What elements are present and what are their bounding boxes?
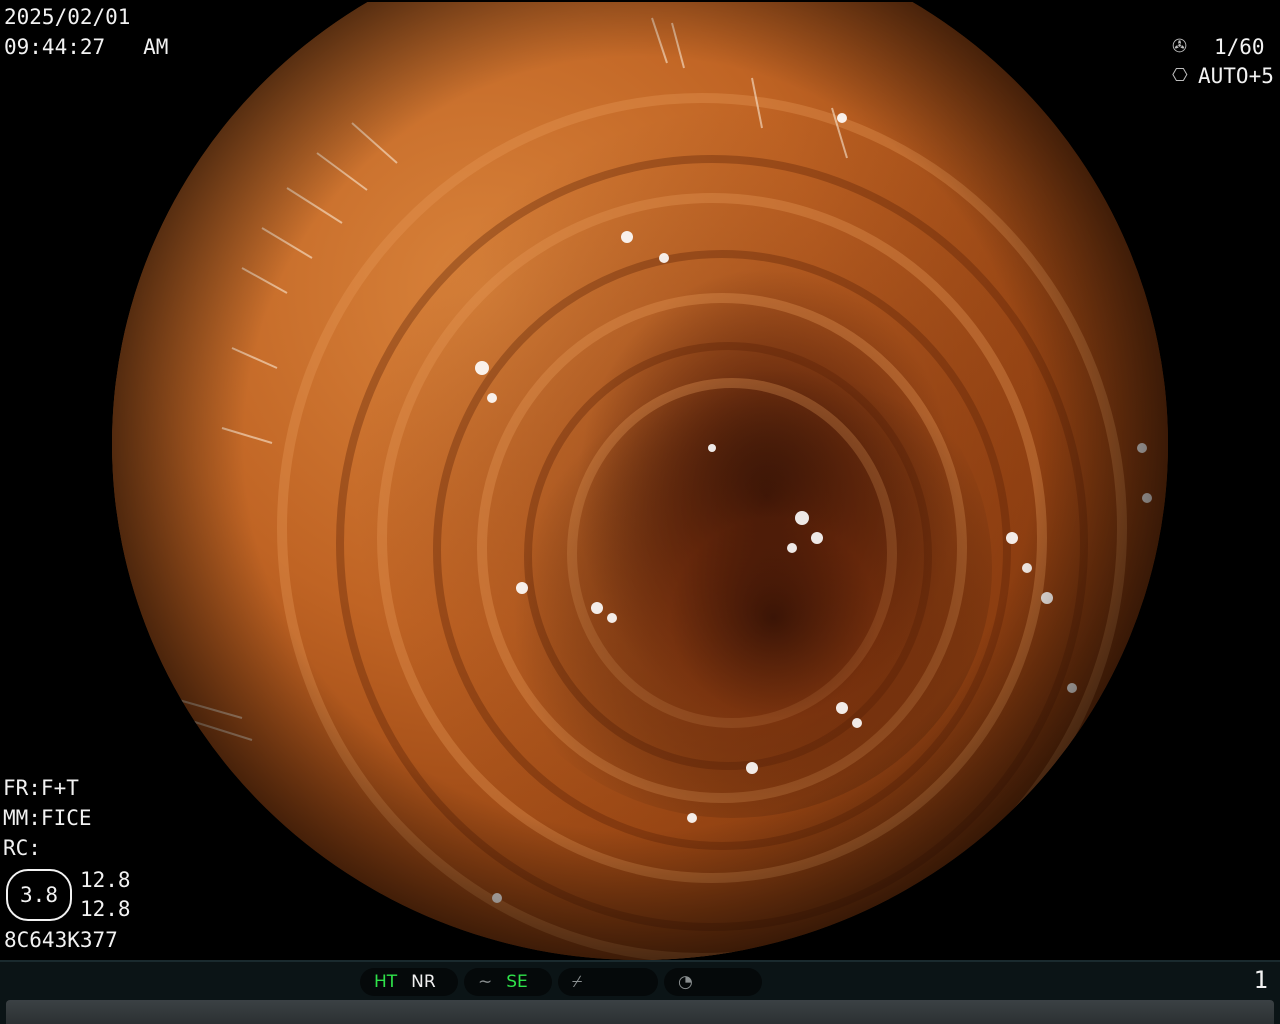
ratio-value: 3.8 xyxy=(20,883,58,907)
mm-setting: MM:FICE xyxy=(3,806,92,830)
status-strip xyxy=(6,1000,1274,1024)
value-2: 12.8 xyxy=(80,897,131,921)
nr-indicator[interactable]: NR xyxy=(411,972,436,992)
date-label: 2025/02/01 xyxy=(4,5,131,29)
shutter-aperture-icon: ✇ xyxy=(1172,36,1188,57)
status-bar: HT NR ∼ SE ⌿ ◔ 1 xyxy=(0,960,1280,1024)
ht-indicator[interactable]: HT xyxy=(374,972,397,992)
iris-mode-label: AUTO+5 xyxy=(1198,64,1274,88)
slash-group[interactable]: ⌿ xyxy=(558,968,658,996)
gauge-icon: ◔ xyxy=(678,972,693,992)
curve-icon: ∼ xyxy=(478,972,493,992)
ht-nr-group[interactable]: HT NR xyxy=(360,968,458,996)
se-indicator[interactable]: SE xyxy=(506,972,528,992)
mucosa-texture xyxy=(112,0,1168,960)
gauge-group[interactable]: ◔ xyxy=(664,968,762,996)
page-number: 1 xyxy=(1253,966,1268,994)
serial-number: 8C643K377 xyxy=(4,928,118,952)
shutter-speed-label: 1/60 xyxy=(1214,35,1265,59)
am-pm-label: AM xyxy=(143,35,169,59)
endoscope-view xyxy=(112,0,1168,960)
value-1: 12.8 xyxy=(80,868,131,892)
se-group[interactable]: ∼ SE xyxy=(464,968,552,996)
time-value: 09:44:27 xyxy=(4,35,106,59)
rc-setting: RC: xyxy=(3,836,41,860)
ratio-badge: 3.8 xyxy=(6,869,72,921)
iris-ring-icon: ⎔ xyxy=(1172,65,1188,86)
time-label: 09:44:27 AM xyxy=(4,32,168,62)
top-edge xyxy=(0,0,1280,2)
fr-setting: FR:F+T xyxy=(3,776,79,800)
disabled-slash-icon: ⌿ xyxy=(572,972,583,992)
